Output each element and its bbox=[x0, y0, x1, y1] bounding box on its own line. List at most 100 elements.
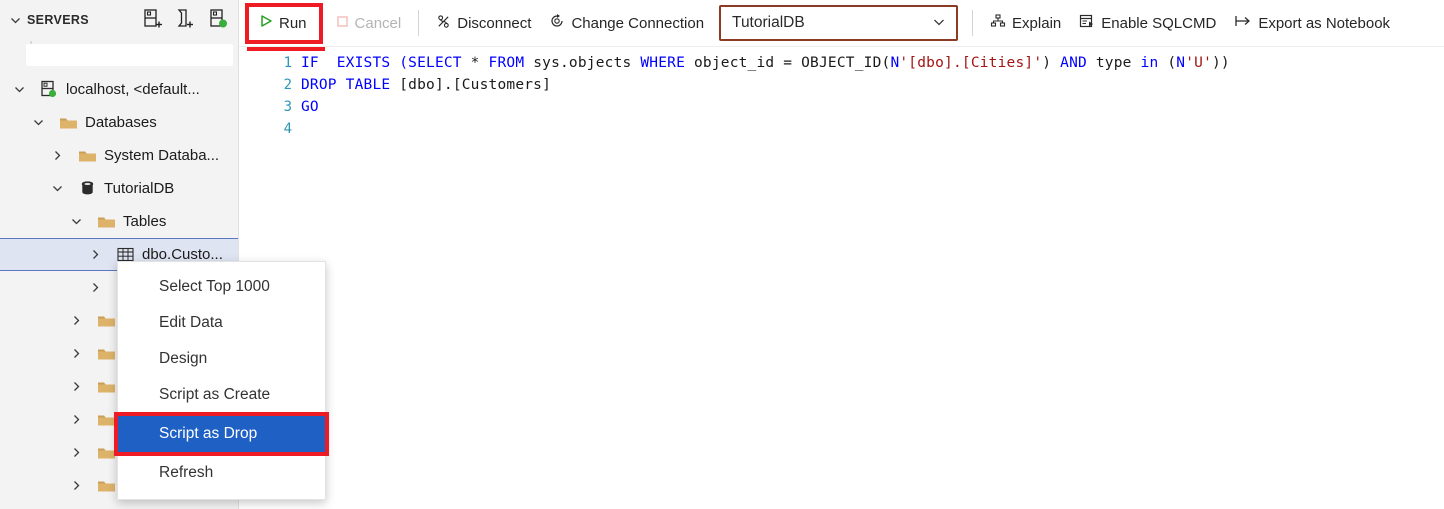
code-text: DROP TABLE [dbo].[Customers] bbox=[301, 77, 551, 93]
editor-line[interactable]: 1 IF EXISTS (SELECT * FROM sys.objects WH… bbox=[239, 52, 1444, 74]
chevron-right-icon[interactable] bbox=[59, 446, 93, 459]
disconnect-button[interactable]: Disconnect bbox=[427, 8, 540, 38]
database-dropdown[interactable]: TutorialDB bbox=[719, 5, 959, 41]
table-icon bbox=[112, 247, 138, 262]
toolbar-divider-1 bbox=[418, 10, 420, 36]
tree-item-label: Tables bbox=[123, 213, 167, 230]
code-token: GO bbox=[301, 99, 319, 115]
enable-sqlcmd-label: Enable SQLCMD bbox=[1101, 14, 1217, 32]
explain-label: Explain bbox=[1012, 14, 1062, 32]
database-icon bbox=[74, 180, 100, 197]
play-icon bbox=[259, 14, 273, 32]
code-token: DROP TABLE bbox=[301, 77, 400, 93]
code-token: FROM bbox=[488, 55, 534, 71]
context-menu-item-label: Edit Data bbox=[159, 314, 223, 331]
chevron-down-icon[interactable] bbox=[40, 182, 74, 195]
tree-item[interactable]: Databases bbox=[0, 106, 238, 139]
sql-editor[interactable]: 1 IF EXISTS (SELECT * FROM sys.objects WH… bbox=[239, 47, 1444, 509]
chevron-down-icon[interactable] bbox=[21, 116, 55, 129]
chevron-right-icon[interactable] bbox=[59, 380, 93, 393]
chevron-right-icon[interactable] bbox=[59, 479, 93, 492]
context-menu-item-label: Refresh bbox=[159, 464, 214, 481]
chevron-right-icon[interactable] bbox=[78, 248, 112, 261]
explain-button[interactable]: Explain bbox=[981, 8, 1070, 38]
context-menu-item[interactable]: Design bbox=[118, 341, 325, 377]
code-token: ) bbox=[1042, 55, 1061, 71]
folder-icon bbox=[74, 148, 100, 164]
export-as-notebook-label: Export as Notebook bbox=[1258, 14, 1391, 32]
run-highlight-edge bbox=[247, 47, 325, 51]
code-token: WHERE bbox=[640, 55, 694, 71]
code-text: GO bbox=[301, 99, 319, 115]
refresh-connection-icon bbox=[549, 13, 565, 33]
code-token: ( bbox=[1167, 55, 1177, 71]
chevron-down-icon bbox=[931, 14, 947, 33]
context-menu-item[interactable]: Refresh bbox=[118, 455, 325, 491]
context-menu-item-label: Script as Create bbox=[159, 386, 271, 403]
tree-item-label: localhost, <default... bbox=[66, 81, 200, 98]
editor-line[interactable]: 4 bbox=[239, 118, 1444, 140]
tree-item-label: Databases bbox=[85, 114, 157, 131]
code-token: * bbox=[470, 55, 489, 71]
folder-icon bbox=[93, 445, 119, 461]
folder-icon bbox=[93, 478, 119, 494]
chevron-right-icon[interactable] bbox=[40, 149, 74, 162]
query-toolbar: Run Cancel Disconnect Change Connection … bbox=[239, 0, 1444, 47]
context-menu-item[interactable]: Script as Create bbox=[118, 377, 325, 413]
table-context-menu[interactable]: Select Top 1000 Edit Data Design Script as … bbox=[114, 261, 329, 500]
folder-icon bbox=[93, 379, 119, 395]
chevron-down-icon[interactable] bbox=[2, 83, 36, 96]
code-token: [dbo].[Customers] bbox=[399, 77, 552, 93]
code-token: AND bbox=[1060, 55, 1096, 71]
run-button[interactable]: Run bbox=[249, 7, 319, 40]
run-highlight: Run bbox=[245, 2, 323, 44]
export-arrow-icon bbox=[1234, 14, 1252, 32]
enable-sqlcmd-button[interactable]: Enable SQLCMD bbox=[1070, 8, 1225, 38]
code-token: sys.objects bbox=[533, 55, 641, 71]
redacted-tree-label bbox=[26, 41, 233, 66]
folder-icon bbox=[55, 115, 81, 131]
line-number: 4 bbox=[283, 121, 292, 137]
tree-item[interactable]: localhost, <default... bbox=[0, 73, 238, 106]
folder-icon bbox=[93, 214, 119, 230]
chevron-down-icon[interactable] bbox=[59, 215, 93, 228]
explain-plan-icon bbox=[990, 13, 1006, 33]
line-number: 3 bbox=[283, 99, 292, 115]
code-token: )) bbox=[1212, 55, 1230, 71]
editor-line[interactable]: 3 GO bbox=[239, 96, 1444, 118]
folder-icon bbox=[93, 346, 119, 362]
context-menu-item-highlighted[interactable]: Script as Drop bbox=[114, 412, 329, 456]
cancel-label: Cancel bbox=[354, 14, 402, 32]
cancel-button: Cancel bbox=[327, 8, 411, 38]
editor-line[interactable]: 2 DROP TABLE [dbo].[Customers] bbox=[239, 74, 1444, 96]
disconnect-icon bbox=[436, 14, 451, 33]
context-menu-item-label: Script as Drop bbox=[159, 425, 258, 442]
new-connection-icon[interactable] bbox=[140, 7, 164, 31]
context-menu-item[interactable]: Edit Data bbox=[118, 305, 325, 341]
tree-item[interactable]: System Databa... bbox=[0, 139, 238, 172]
line-number: 2 bbox=[283, 77, 292, 93]
tree-item[interactable]: Tables bbox=[0, 205, 238, 238]
new-server-group-icon[interactable] bbox=[173, 7, 197, 31]
line-number: 1 bbox=[283, 55, 292, 71]
export-as-notebook-button[interactable]: Export as Notebook bbox=[1225, 8, 1399, 38]
change-connection-button[interactable]: Change Connection bbox=[540, 8, 713, 38]
tree-item-label: System Databa... bbox=[104, 147, 220, 164]
sidebar-title: SERVERS bbox=[27, 13, 89, 27]
context-menu-item[interactable]: Select Top 1000 bbox=[118, 269, 325, 305]
server-icon bbox=[36, 80, 62, 99]
chevron-right-icon[interactable] bbox=[59, 314, 93, 327]
chevron-right-icon[interactable] bbox=[59, 347, 93, 360]
change-connection-label: Change Connection bbox=[571, 14, 705, 32]
toolbar-divider-2 bbox=[972, 10, 974, 36]
show-connected-servers-icon[interactable] bbox=[206, 7, 230, 31]
sidebar-actions bbox=[140, 7, 230, 31]
code-token: IF EXISTS (SELECT bbox=[301, 55, 471, 71]
stop-icon bbox=[336, 15, 349, 32]
chevron-down-icon[interactable] bbox=[4, 9, 26, 31]
chevron-right-icon[interactable] bbox=[59, 413, 93, 426]
tree-item[interactable]: TutorialDB bbox=[0, 172, 238, 205]
chevron-right-icon[interactable] bbox=[78, 281, 112, 294]
run-label: Run bbox=[279, 14, 307, 32]
code-token: N bbox=[1176, 55, 1186, 71]
